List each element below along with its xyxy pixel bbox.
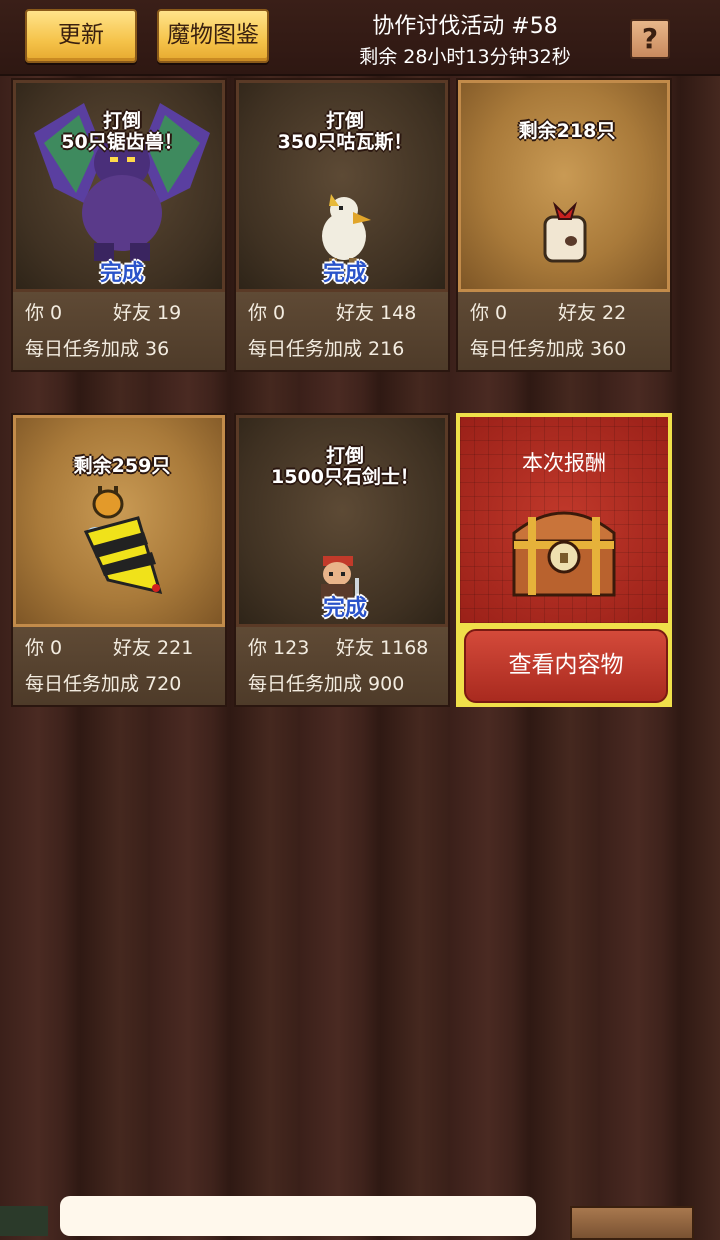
daily-bonus: 每日任务加成 216 bbox=[248, 338, 405, 360]
card-stats: 你 0 好友 148 每日任务加成 216 bbox=[236, 292, 448, 370]
treasure-chest-icon bbox=[512, 511, 616, 597]
card-art: 打倒 50只锯齿兽！ 完成 bbox=[13, 80, 225, 292]
card-stats: 你 0 好友 19 每日任务加成 36 bbox=[13, 292, 225, 370]
update-button[interactable]: 更新 bbox=[25, 9, 137, 63]
sack-icon bbox=[543, 201, 587, 263]
card-caption: 打倒 bbox=[102, 110, 141, 132]
reward-title: 本次报酬 bbox=[522, 451, 606, 475]
monster-card[interactable]: 打倒 50只锯齿兽！ 完成 你 0 好友 19 每日任务加成 36 bbox=[11, 78, 227, 372]
card-caption: 打倒 bbox=[325, 445, 364, 467]
daily-bonus: 每日任务加成 900 bbox=[248, 673, 405, 695]
complete-label: 完成 bbox=[322, 261, 367, 286]
your-count: 你 0 bbox=[25, 302, 63, 324]
remaining-count: 剩余259只 bbox=[73, 455, 171, 477]
event-title: 协作讨伐活动 #58 bbox=[372, 14, 558, 39]
card-stats: 你 123 好友 1168 每日任务加成 900 bbox=[236, 627, 448, 705]
reward-card: 本次报酬 查看内容物 bbox=[456, 413, 672, 707]
card-caption: 50只锯齿兽！ bbox=[61, 131, 183, 153]
friend-count: 好友 221 bbox=[113, 637, 194, 659]
card-caption: 1500只石剑士！ bbox=[271, 466, 419, 488]
help-button[interactable]: ? bbox=[630, 19, 670, 59]
friend-count: 好友 148 bbox=[336, 302, 417, 324]
complete-label: 完成 bbox=[99, 261, 144, 286]
bottom-right-button[interactable] bbox=[570, 1206, 694, 1240]
chat-bubble bbox=[60, 1196, 536, 1236]
monster-card[interactable]: 打倒 1500只石剑士！ 完成 你 123 好友 1168 每日任务加成 900 bbox=[234, 413, 450, 707]
card-art: 剩余259只 bbox=[13, 415, 225, 627]
your-count: 你 123 bbox=[248, 637, 310, 659]
bee-icon bbox=[83, 486, 163, 595]
bottom-left-icon[interactable] bbox=[0, 1206, 48, 1236]
friend-count: 好友 1168 bbox=[336, 637, 429, 659]
card-art: 剩余218只 bbox=[458, 80, 670, 292]
reward-panel: 本次报酬 bbox=[460, 417, 668, 623]
monster-card[interactable]: 剩余218只 你 0 好友 22 每日任务加成 360 bbox=[456, 78, 672, 372]
friend-count: 好友 22 bbox=[558, 302, 627, 324]
card-caption: 350只咕瓦斯！ bbox=[277, 131, 413, 153]
your-count: 你 0 bbox=[25, 637, 63, 659]
bestiary-button[interactable]: 魔物图鉴 bbox=[157, 9, 269, 63]
monster-card[interactable]: 剩余259只 你 0 好友 221 每日任务加成 720 bbox=[11, 413, 227, 707]
card-stats: 你 0 好友 221 每日任务加成 720 bbox=[13, 627, 225, 705]
daily-bonus: 每日任务加成 360 bbox=[470, 338, 627, 360]
your-count: 你 0 bbox=[470, 302, 508, 324]
complete-label: 完成 bbox=[322, 596, 367, 621]
event-countdown: 剩余 28小时13分钟32秒 bbox=[359, 46, 571, 68]
card-art: 打倒 350只咕瓦斯！ 完成 bbox=[236, 80, 448, 292]
card-caption: 打倒 bbox=[325, 110, 364, 132]
card-art: 打倒 1500只石剑士！ 完成 bbox=[236, 415, 448, 627]
friend-count: 好友 19 bbox=[113, 302, 182, 324]
your-count: 你 0 bbox=[248, 302, 286, 324]
card-stats: 你 0 好友 22 每日任务加成 360 bbox=[458, 292, 670, 370]
view-contents-button[interactable]: 查看内容物 bbox=[464, 629, 668, 703]
monster-card[interactable]: 打倒 350只咕瓦斯！ 完成 你 0 好友 148 每日任务加成 216 bbox=[234, 78, 450, 372]
remaining-count: 剩余218只 bbox=[518, 120, 616, 142]
daily-bonus: 每日任务加成 720 bbox=[25, 673, 182, 695]
daily-bonus: 每日任务加成 36 bbox=[25, 338, 170, 360]
